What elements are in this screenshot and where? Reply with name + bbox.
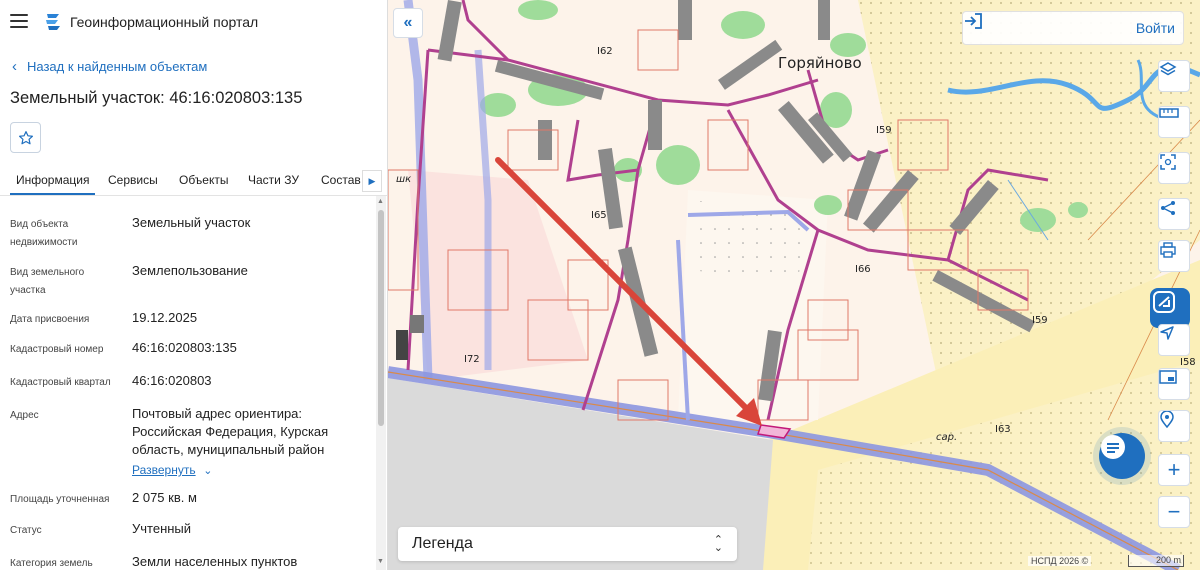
attribute-value: 2 075 кв. м [132, 490, 197, 505]
attribute-value: Земельный участок [132, 215, 251, 230]
map-label: I59 [1032, 315, 1048, 326]
attribute-value: Земли населенных пунктов [132, 554, 298, 569]
app-root: Геоинформационный портал ‹ Назад к найде… [0, 0, 1200, 570]
nspd-logo-button[interactable] [1150, 288, 1190, 328]
panel-scrollbar[interactable]: ▲ ▼ [376, 196, 386, 570]
chat-icon [1101, 435, 1125, 459]
info-panel: Геоинформационный портал ‹ Назад к найде… [0, 0, 388, 570]
map-label-village: Горяйново [778, 54, 862, 72]
share-button[interactable] [1158, 198, 1190, 230]
map-view[interactable]: Горяйново I62 I59 I65 I66 I59 I72 I63 I5… [388, 0, 1200, 570]
locate-button[interactable] [1158, 324, 1190, 356]
tab-objects[interactable]: Объекты [179, 173, 229, 187]
tab-bar: Информация Сервисы Объекты Части ЗУ Сост… [0, 166, 387, 196]
attribute-label: Площадь уточненная [10, 494, 110, 505]
scale-bar: 200 m [1128, 555, 1184, 567]
login-button[interactable]: Войти [962, 11, 1184, 45]
nspd-logo-icon [1153, 291, 1175, 313]
scroll-down-icon[interactable]: ▼ [377, 558, 384, 565]
map-label: I72 [464, 354, 480, 365]
scroll-up-icon[interactable]: ▲ [377, 198, 384, 205]
object-title: Земельный участок: 46:16:020803:135 [10, 89, 303, 107]
expand-link[interactable]: Развернуть ⌄ [132, 461, 352, 480]
login-icon [965, 13, 982, 29]
tab-parts[interactable]: Части ЗУ [248, 173, 299, 187]
ruler-button[interactable] [1158, 106, 1190, 138]
tab-info[interactable]: Информация [9, 173, 97, 195]
double-chevron-left-icon: « [403, 14, 413, 31]
tab-services[interactable]: Сервисы [108, 173, 158, 187]
attribute-value: Учтенный [132, 521, 192, 536]
attribute-value: 46:16:020803:135 [132, 340, 237, 355]
legend-dropdown[interactable]: Легенда ⌃ ⌄ [398, 527, 737, 561]
tabs-scroll-right-button[interactable]: ▶ [362, 170, 382, 192]
favorite-button[interactable] [10, 122, 41, 153]
chat-button[interactable] [1099, 433, 1145, 479]
layers-button[interactable] [1158, 60, 1190, 92]
chevron-up-down-icon: ⌃ ⌄ [713, 534, 723, 554]
map-canvas[interactable] [388, 0, 1200, 570]
attribute-label: Адрес [10, 410, 39, 421]
zoom-out-button[interactable]: − [1158, 496, 1190, 528]
attribute-label: Вид объекта недвижимости [10, 219, 78, 248]
geo-pin-icon [1160, 411, 1174, 429]
attribute-label: Дата присвоения [10, 314, 90, 325]
login-label: Войти [1135, 20, 1175, 36]
scrollbar-thumb[interactable] [378, 210, 384, 426]
portal-logo-icon [46, 14, 60, 30]
address-value-block: Почтовый адрес ориентира: Российская Фед… [132, 405, 352, 480]
map-label: сар. [936, 432, 958, 443]
attributes-list: Вид объекта недвижимости Земельный участ… [0, 196, 376, 570]
back-link[interactable]: ‹ Назад к найденным объектам [12, 58, 207, 75]
tab-composition[interactable]: Состав [321, 173, 361, 187]
select-area-icon [1160, 154, 1176, 170]
star-icon [18, 130, 33, 144]
hamburger-icon[interactable] [10, 14, 28, 28]
locate-icon [1160, 326, 1174, 340]
chevron-down-icon: ⌄ [203, 465, 213, 477]
ruler-icon [1159, 108, 1179, 118]
attribute-value: Землепользование [132, 263, 248, 278]
minimap-icon [1159, 370, 1177, 384]
attribute-value: 19.12.2025 [132, 310, 198, 325]
chevron-left-icon: ‹ [12, 58, 17, 75]
map-label: I58 [1180, 357, 1196, 368]
map-label: I66 [855, 264, 871, 275]
portal-title: Геоинформационный портал [70, 14, 259, 30]
zoom-out-icon: − [1167, 499, 1181, 524]
share-icon [1161, 201, 1175, 215]
back-link-label: Назад к найденным объектам [27, 59, 208, 74]
print-button[interactable] [1158, 240, 1190, 272]
select-area-button[interactable] [1158, 152, 1190, 184]
print-icon [1160, 242, 1176, 258]
attribute-label: Кадастровый квартал [10, 377, 111, 388]
zoom-in-button[interactable]: + [1158, 454, 1190, 486]
zoom-in-icon: + [1167, 457, 1181, 482]
attribute-label: Статус [10, 525, 42, 536]
expand-label: Развернуть [132, 463, 196, 477]
map-label: I65 [591, 210, 607, 221]
map-label: I63 [995, 424, 1011, 435]
legend-label: Легенда [412, 535, 473, 552]
collapse-panel-button[interactable]: « [393, 8, 423, 38]
header: Геоинформационный портал [0, 0, 387, 44]
minimap-button[interactable] [1158, 368, 1190, 400]
map-label: I59 [876, 125, 892, 136]
attribute-value: 46:16:020803 [132, 373, 212, 388]
geo-pin-button[interactable] [1158, 410, 1190, 442]
map-label: I62 [597, 46, 613, 57]
triangle-right-icon: ▶ [368, 175, 376, 186]
attribute-label: Кадастровый номер [10, 344, 104, 355]
layers-icon [1159, 62, 1177, 76]
attribute-label: Категория земель [10, 558, 93, 569]
attribute-value: Почтовый адрес ориентира: Российская Фед… [132, 406, 329, 457]
map-attribution: НСПД 2026 © [1028, 556, 1092, 566]
map-label: шк [396, 174, 412, 185]
attribute-label: Вид земельного участка [10, 267, 85, 296]
